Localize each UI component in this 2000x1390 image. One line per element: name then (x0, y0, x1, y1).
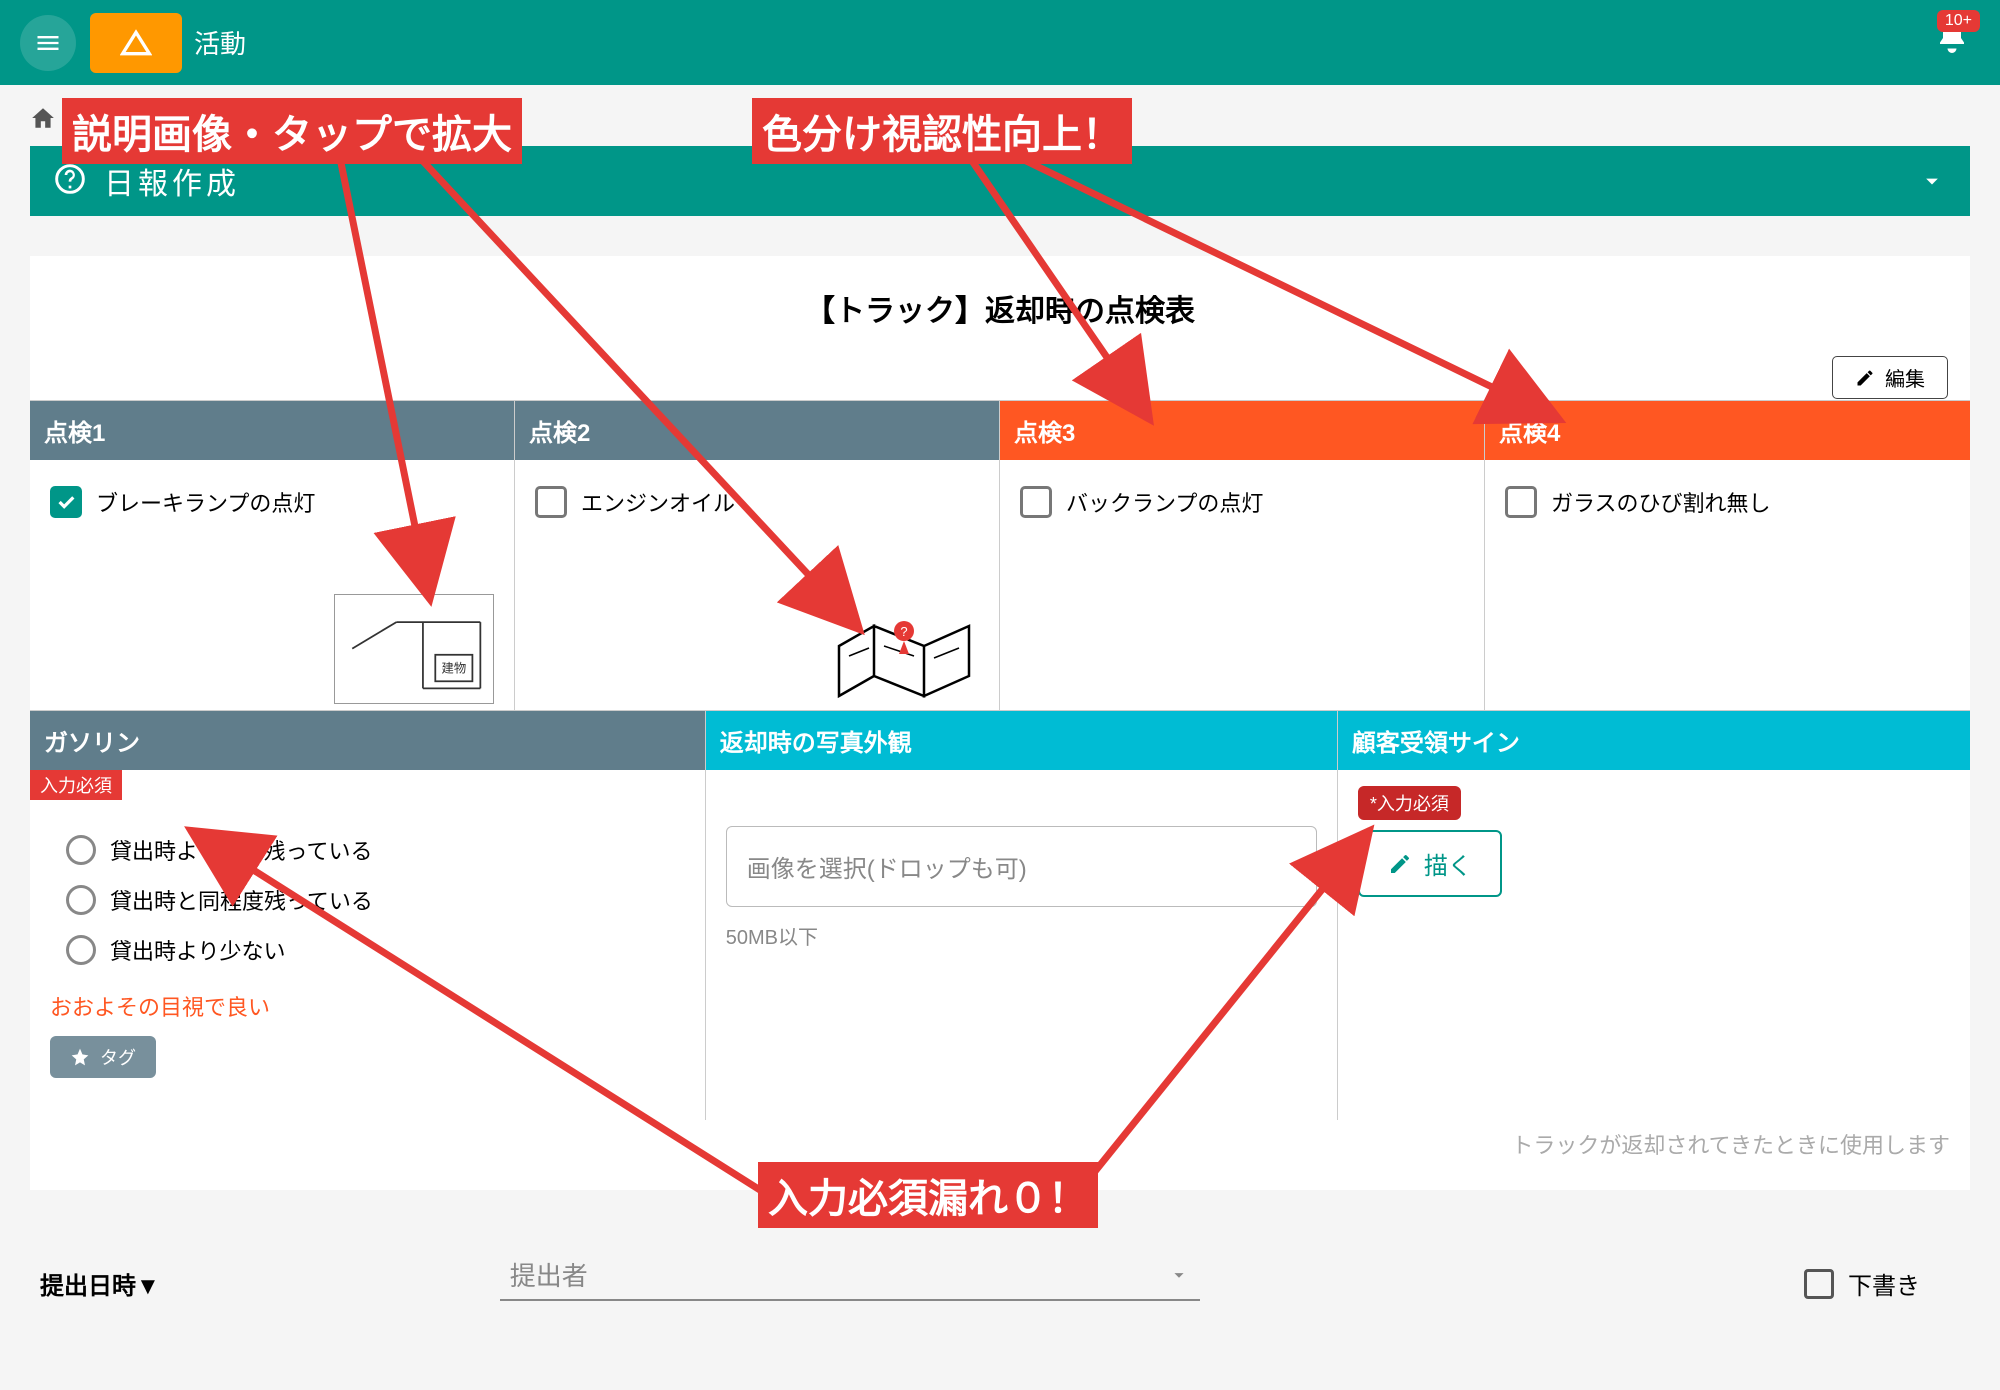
star-icon (70, 1047, 90, 1067)
cell-header: 返却時の写真外観 (706, 711, 1337, 770)
hamburger-icon (34, 29, 62, 57)
required-badge: *入力必須 (1358, 786, 1461, 820)
building-sketch-icon: 建物 (343, 600, 485, 697)
cell-header: ガソリン (30, 711, 705, 770)
notification-badge: 10+ (1937, 10, 1980, 32)
cell-gasoline: ガソリン 入力必須 貸出時より多く残っている 貸出時と同程度残っている 貸出時よ… (30, 711, 706, 1120)
checkbox-empty-icon (1804, 1269, 1834, 1299)
radio-option[interactable]: 貸出時より多く残っている (66, 834, 685, 866)
annotation-callout: 説明画像・タップで拡大 (62, 98, 522, 164)
checkbox-row[interactable]: エンジンオイル (535, 486, 979, 518)
checkbox-empty-icon (535, 486, 567, 518)
explanation-image-thumb[interactable]: 建物 (334, 594, 494, 704)
cell-signature: 顧客受領サイン *入力必須 描く (1338, 711, 1970, 1120)
home-icon[interactable] (30, 105, 56, 136)
radio-option[interactable]: 貸出時と同程度残っている (66, 884, 685, 916)
cell-check4: 点検4 ガラスのひび割れ無し (1485, 401, 1970, 710)
submit-row: 提出日時▼ 提出者 下書き (30, 1250, 1970, 1301)
pencil-icon (1388, 852, 1412, 876)
cell-header: 点検2 (515, 401, 999, 460)
triangle-icon (120, 27, 152, 59)
inspection-grid-row2: ガソリン 入力必須 貸出時より多く残っている 貸出時と同程度残っている 貸出時よ… (30, 710, 1970, 1120)
required-badge: 入力必須 (30, 770, 122, 800)
chevron-down-icon (1918, 167, 1946, 195)
cell-header: 点検1 (30, 401, 514, 460)
annotation-callout: 入力必須漏れ０！ (758, 1162, 1098, 1228)
radio-icon (66, 935, 96, 965)
checkbox-checked-icon (50, 486, 82, 518)
tag-button[interactable]: タグ (50, 1036, 156, 1078)
cell-header: 点検3 (1000, 401, 1484, 460)
submit-datetime-label[interactable]: 提出日時▼ (40, 1266, 160, 1301)
triangle-button[interactable] (90, 13, 182, 73)
draft-checkbox[interactable]: 下書き (1804, 1266, 1920, 1301)
radio-icon (66, 835, 96, 865)
radio-icon (66, 885, 96, 915)
draw-button[interactable]: 描く (1358, 830, 1502, 897)
checkbox-empty-icon (1505, 486, 1537, 518)
cell-header: 顧客受領サイン (1338, 711, 1970, 770)
checkbox-row[interactable]: ガラスのひび割れ無し (1505, 486, 1950, 518)
checkbox-row[interactable]: バックランプの点灯 (1020, 486, 1464, 518)
notifications-button[interactable]: 10+ (1934, 20, 1970, 61)
cell-check3: 点検3 バックランプの点灯 (1000, 401, 1485, 710)
edit-button[interactable]: 編集 (1832, 356, 1948, 399)
helper-note: おおよその目視で良い (50, 990, 685, 1022)
chevron-down-icon (1168, 1264, 1190, 1286)
explanation-image-thumb[interactable]: ? (829, 606, 979, 706)
svg-text:建物: 建物 (441, 662, 466, 676)
submitter-select[interactable]: 提出者 (500, 1250, 1200, 1301)
map-icon: ? (829, 606, 979, 706)
annotation-callout: 色分け視認性向上！ (752, 98, 1132, 164)
checkbox-row[interactable]: ブレーキランプの点灯 (50, 486, 494, 518)
image-upload-input[interactable]: 画像を選択(ドロップも可) (726, 826, 1317, 907)
page-title: 活動 (194, 24, 246, 61)
card-footer-note: トラックが返却されてきたときに使用します (30, 1128, 1970, 1160)
radio-option[interactable]: 貸出時より少ない (66, 934, 685, 966)
menu-button[interactable] (20, 15, 76, 71)
pencil-icon (1855, 368, 1875, 388)
cell-check2: 点検2 エンジンオイル ? (515, 401, 1000, 710)
app-header: 活動 10+ (0, 0, 2000, 85)
inspection-grid-row1: 点検1 ブレーキランプの点灯 建物 点検2 (30, 400, 1970, 710)
cell-check1: 点検1 ブレーキランプの点灯 建物 (30, 401, 515, 710)
help-icon[interactable] (54, 163, 86, 200)
inspection-card: 【トラック】返却時の点検表 編集 点検1 ブレーキランプの点灯 (30, 256, 1970, 1190)
card-title: 【トラック】返却時の点検表 (30, 256, 1970, 400)
svg-text:?: ? (900, 624, 907, 639)
cell-header: 点検4 (1485, 401, 1970, 460)
upload-limit-note: 50MB以下 (726, 921, 1317, 950)
section-title: 日報作成 (104, 159, 240, 203)
cell-photo: 返却時の写真外観 画像を選択(ドロップも可) 50MB以下 (706, 711, 1338, 1120)
checkbox-empty-icon (1020, 486, 1052, 518)
